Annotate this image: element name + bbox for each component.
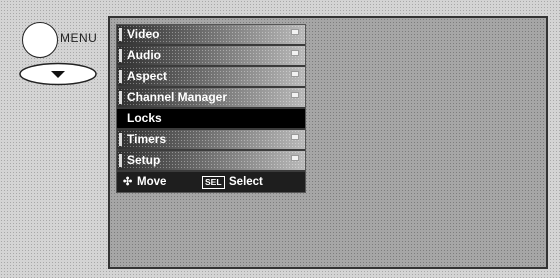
menu-item-label: Aspect xyxy=(127,69,168,83)
menu-item-label: Channel Manager xyxy=(127,90,228,104)
menu-item-tab-icon xyxy=(291,29,299,35)
menu-item-channel-manager[interactable]: Channel Manager xyxy=(117,88,305,107)
menu-item-marker xyxy=(119,91,122,104)
menu-item-marker xyxy=(119,70,122,83)
help-select-label: Select xyxy=(229,176,263,188)
down-arrow-button[interactable] xyxy=(18,62,98,86)
menu-item-marker xyxy=(119,49,122,62)
menu-item-label: Locks xyxy=(127,111,162,125)
menu-item-tab-icon xyxy=(291,50,299,56)
menu-item-tab-icon xyxy=(291,134,299,140)
menu-item-locks[interactable]: Locks xyxy=(117,109,305,128)
menu-item-marker xyxy=(119,28,122,41)
menu-item-label: Setup xyxy=(127,153,161,167)
menu-item-label: Timers xyxy=(127,132,167,146)
main-menu: Video Audio Aspect Channel Manager Locks… xyxy=(116,24,306,193)
help-move-label: Move xyxy=(137,176,167,188)
menu-item-audio[interactable]: Audio xyxy=(117,46,305,65)
menu-item-tab-icon xyxy=(291,92,299,98)
menu-circle-button[interactable] xyxy=(22,22,58,58)
help-bar: ✣ Move SEL Select xyxy=(117,172,305,192)
menu-item-aspect[interactable]: Aspect xyxy=(117,67,305,86)
menu-item-setup[interactable]: Setup xyxy=(117,151,305,170)
menu-item-video[interactable]: Video xyxy=(117,25,305,44)
menu-button-label: MENU xyxy=(60,31,98,45)
menu-item-timers[interactable]: Timers xyxy=(117,130,305,149)
menu-item-marker xyxy=(119,133,122,146)
remote-panel: MENU xyxy=(0,0,104,278)
sel-key-icon: SEL xyxy=(202,176,225,189)
menu-item-label: Audio xyxy=(127,48,161,62)
menu-item-tab-icon xyxy=(291,155,299,161)
menu-item-tab-icon xyxy=(291,71,299,77)
menu-item-label: Video xyxy=(127,27,160,41)
move-arrows-icon: ✣ xyxy=(123,176,133,188)
menu-item-marker xyxy=(119,112,122,125)
menu-item-marker xyxy=(119,154,122,167)
